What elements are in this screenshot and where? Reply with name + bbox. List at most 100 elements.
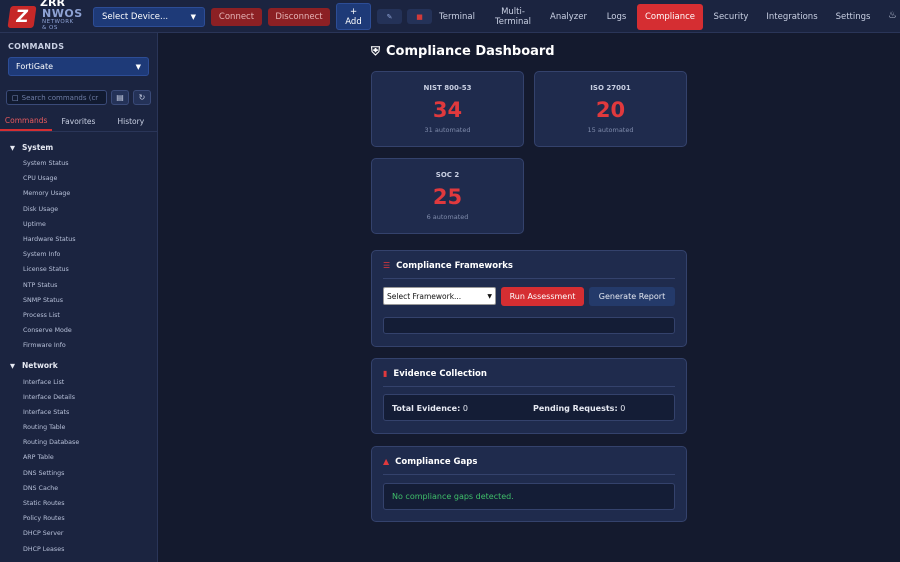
refresh-icon: ↻: [138, 93, 146, 102]
category-system[interactable]: ▼ System: [0, 139, 157, 156]
list-icon: ☰: [383, 261, 391, 270]
command-item[interactable]: System Info: [0, 247, 157, 262]
shield-icon: ⛨: [371, 44, 381, 58]
document-icon: ▮: [383, 369, 388, 378]
evidence-panel: ▮ Evidence Collection Total Evidence: 0 …: [371, 358, 687, 434]
command-item[interactable]: CPU Usage: [0, 171, 157, 186]
pending-requests-label: Pending Requests:: [533, 404, 618, 413]
framework-card-count: 34: [432, 98, 463, 122]
commands-sidebar: COMMANDS FortiGate ▼ □ Search commands (…: [0, 33, 158, 562]
command-item[interactable]: Uptime: [0, 217, 157, 232]
bell-icon[interactable]: ♨: [888, 10, 900, 24]
add-device-button[interactable]: + Add: [336, 3, 371, 30]
nav-tab-terminal[interactable]: Terminal: [433, 0, 481, 33]
edit-device-button[interactable]: ✎: [377, 9, 402, 24]
command-item[interactable]: SNMP Status: [0, 293, 157, 308]
refresh-commands-button[interactable]: ↻: [133, 90, 151, 105]
platform-select[interactable]: FortiGate ▼: [8, 57, 149, 76]
nav-tab-compliance[interactable]: Compliance: [637, 4, 703, 30]
command-item[interactable]: License Status: [0, 262, 157, 277]
pencil-icon: ✎: [386, 12, 393, 21]
gaps-panel-header: ▲ Compliance Gaps: [383, 457, 675, 475]
framework-card-nist[interactable]: NIST 800-53 34 31 automated: [371, 71, 524, 147]
evidence-panel-title: Evidence Collection: [393, 369, 487, 379]
frameworks-panel-title: Compliance Frameworks: [396, 261, 513, 271]
chevron-down-icon: ▼: [190, 13, 196, 21]
sidebar-title: COMMANDS: [8, 42, 65, 51]
nav-tab-multi-terminal-line1: Multi-: [501, 6, 525, 17]
generate-report-button[interactable]: Generate Report: [589, 287, 675, 306]
pending-requests-value: 0: [620, 404, 626, 413]
caret-down-icon: ▼: [10, 143, 15, 152]
sidebar-tab-favorites[interactable]: Favorites: [52, 111, 104, 131]
evidence-summary: Total Evidence: 0 Pending Requests: 0: [383, 394, 675, 421]
command-item[interactable]: Hardware Status: [0, 232, 157, 247]
command-item[interactable]: Disk Usage: [0, 202, 157, 217]
command-item[interactable]: DNS Settings: [0, 466, 157, 481]
chevron-down-icon: ▼: [487, 292, 492, 300]
page-title: ⛨ Compliance Dashboard: [371, 44, 555, 59]
sidebar-tab-commands[interactable]: Commands: [0, 111, 53, 131]
framework-card-soc2[interactable]: SOC 2 25 6 automated: [371, 158, 524, 234]
command-item[interactable]: ARP Table: [0, 450, 157, 465]
nav-tab-multi-terminal[interactable]: Multi- Terminal: [486, 0, 540, 33]
frameworks-panel-header: ☰ Compliance Frameworks: [383, 261, 675, 279]
command-item[interactable]: DHCP Server: [0, 526, 157, 541]
command-item[interactable]: Process List: [0, 308, 157, 323]
search-icon: □: [12, 93, 19, 102]
sidebar-tab-history[interactable]: History: [105, 111, 157, 131]
app-logo: Z ZRR NWOS NETWORK & OS: [6, 0, 86, 33]
connect-button[interactable]: Connect: [211, 8, 262, 26]
framework-card-iso[interactable]: ISO 27001 20 15 automated: [534, 71, 687, 147]
command-item[interactable]: Interface Stats: [0, 405, 157, 420]
framework-card-count: 25: [432, 185, 463, 209]
delete-device-button[interactable]: ■: [407, 9, 432, 24]
import-commands-button[interactable]: ▤: [111, 90, 129, 105]
logo-mark-icon: Z: [7, 6, 37, 28]
nav-tab-multi-terminal-line2: Terminal: [495, 16, 531, 27]
command-item[interactable]: Interface List: [0, 374, 157, 389]
chevron-down-icon: ▼: [135, 62, 141, 71]
page-title-text: Compliance Dashboard: [386, 44, 555, 59]
total-evidence-label: Total Evidence:: [392, 404, 461, 413]
command-item[interactable]: Static Routes: [0, 496, 157, 511]
nav-tab-analyzer[interactable]: Analyzer: [543, 0, 594, 33]
framework-card-count: 20: [595, 98, 626, 122]
command-item[interactable]: Firmware Info: [0, 338, 157, 353]
category-label: System: [22, 143, 54, 152]
category-network[interactable]: ▼ Network: [0, 357, 157, 374]
framework-select[interactable]: Select Framework... ▼: [383, 287, 496, 305]
nav-tab-logs[interactable]: Logs: [600, 0, 633, 33]
disconnect-button[interactable]: Disconnect: [268, 8, 330, 26]
category-label: Network: [22, 361, 58, 371]
command-item[interactable]: Interface Details: [0, 390, 157, 405]
total-evidence-stat: Total Evidence: 0: [392, 404, 468, 413]
command-item[interactable]: DHCP Leases: [0, 542, 157, 557]
framework-card-name: SOC 2: [435, 171, 460, 179]
framework-card-automated: 31 automated: [424, 126, 471, 134]
file-icon: ▤: [116, 93, 124, 102]
device-select[interactable]: Select Device... ▼: [93, 7, 205, 27]
command-item[interactable]: System Status: [0, 156, 157, 171]
framework-card-automated: 6 automated: [426, 213, 469, 221]
device-select-value: Select Device...: [102, 12, 169, 22]
assessment-result-area: [383, 317, 675, 334]
logo-subtitle-2: & OS: [42, 25, 58, 31]
gaps-status-message: No compliance gaps detected.: [383, 483, 675, 510]
nav-tab-security[interactable]: Security: [709, 0, 753, 33]
command-item[interactable]: Routing Database: [0, 435, 157, 450]
pending-requests-stat: Pending Requests: 0: [533, 404, 625, 413]
command-item[interactable]: Routing Table: [0, 420, 157, 435]
command-item[interactable]: NTP Status: [0, 278, 157, 293]
nav-tab-settings[interactable]: Settings: [831, 0, 875, 33]
top-bar: Z ZRR NWOS NETWORK & OS Select Device...…: [0, 0, 900, 33]
plus-icon: +: [349, 6, 358, 17]
command-item[interactable]: Conserve Mode: [0, 323, 157, 338]
command-item[interactable]: Memory Usage: [0, 186, 157, 201]
command-search-input[interactable]: □ Search commands (cr: [6, 90, 107, 105]
command-item[interactable]: Policy Routes: [0, 511, 157, 526]
run-assessment-button[interactable]: Run Assessment: [501, 287, 584, 306]
nav-tab-integrations[interactable]: Integrations: [763, 0, 821, 33]
gaps-panel-title: Compliance Gaps: [395, 457, 478, 467]
command-item[interactable]: DNS Cache: [0, 481, 157, 496]
